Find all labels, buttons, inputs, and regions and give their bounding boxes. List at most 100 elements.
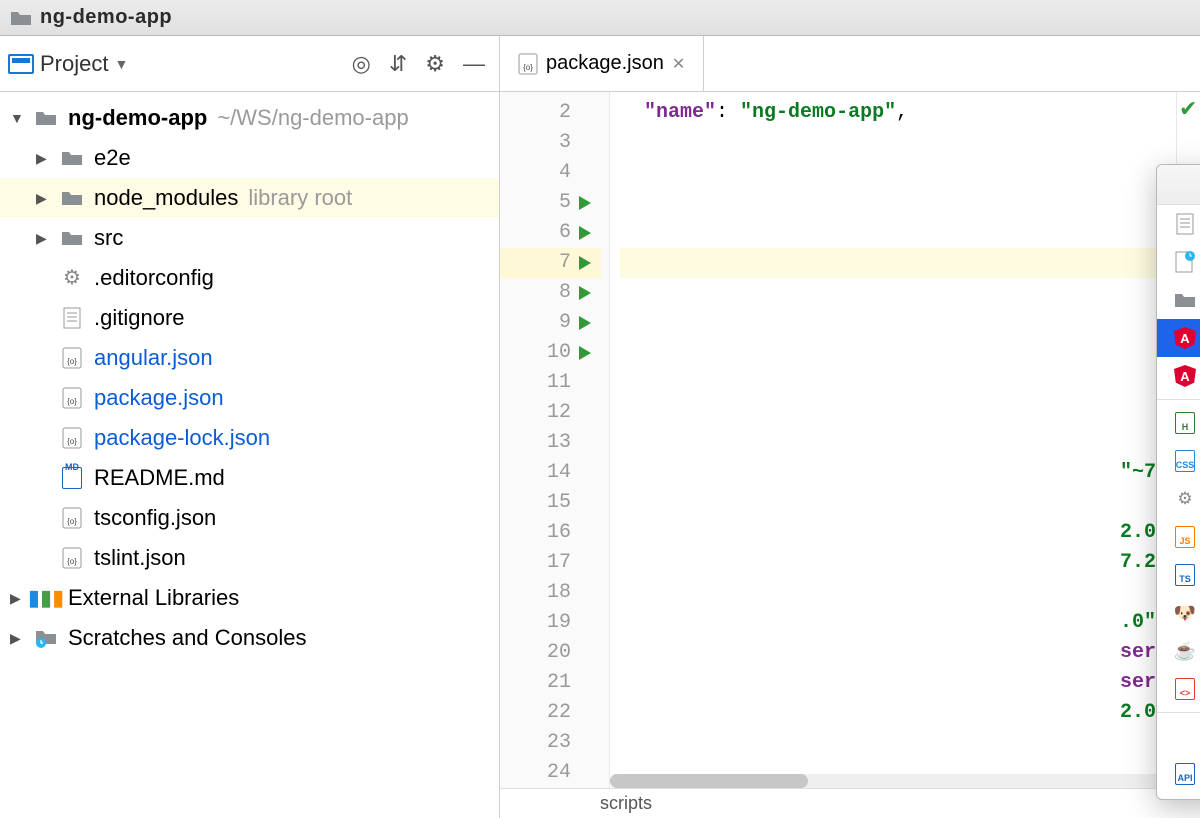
project-tree[interactable]: ▼ng-demo-app ~/WS/ng-demo-app▶e2e▶node_m… xyxy=(0,92,499,818)
svg-text:{o}: {o} xyxy=(67,557,77,566)
code-line[interactable]: ser": "~7.2.0 xyxy=(620,638,1176,668)
collapse-icon[interactable]: ⇵ xyxy=(389,51,407,77)
menu-item[interactable]: A Angular Schematic... xyxy=(1157,357,1200,395)
gear-icon[interactable]: ⚙ xyxy=(425,51,445,77)
project-panel-icon xyxy=(8,54,34,74)
menu-item[interactable]: ☕ CoffeeScript File xyxy=(1157,632,1200,670)
locate-icon[interactable]: ◎ xyxy=(352,51,371,77)
svg-text:{o}: {o} xyxy=(67,437,77,446)
menu-item[interactable]: File xyxy=(1157,205,1200,243)
new-context-menu: New File Scratch File ⇧⌘N Directory A An… xyxy=(1156,164,1200,800)
gutter-line[interactable]: 12 xyxy=(500,398,601,428)
code-line[interactable]: 7.2.0", xyxy=(620,548,1176,578)
code-line[interactable] xyxy=(620,368,1176,398)
code-line[interactable]: .0", xyxy=(620,608,1176,638)
tree-item[interactable]: .gitignore xyxy=(0,298,499,338)
gutter-line[interactable]: 4 xyxy=(500,158,601,188)
tree-item[interactable]: MDREADME.md xyxy=(0,458,499,498)
gutter-line[interactable]: 8 xyxy=(500,278,601,308)
js-icon: JS xyxy=(1173,526,1197,548)
tree-item[interactable]: {o}angular.json xyxy=(0,338,499,378)
gutter-line[interactable]: 10 xyxy=(500,338,601,368)
tab-package-json[interactable]: {o} package.json ✕ xyxy=(500,36,704,91)
gutter-line[interactable]: 9 xyxy=(500,308,601,338)
tree-external-libraries[interactable]: ▶▮▮▮External Libraries xyxy=(0,578,499,618)
titlebar: ng-demo-app xyxy=(0,0,1200,36)
tree-item[interactable]: {o}tsconfig.json xyxy=(0,498,499,538)
menu-item[interactable]: TS TypeScript File xyxy=(1157,556,1200,594)
folder-icon xyxy=(1173,291,1197,309)
code-area: 23456789101112131415161718192021222324 "… xyxy=(500,92,1200,788)
tree-scratches[interactable]: ▶Scratches and Consoles xyxy=(0,618,499,658)
code-line[interactable] xyxy=(620,128,1176,158)
gutter-line[interactable]: 6 xyxy=(500,218,601,248)
breadcrumb[interactable]: scripts xyxy=(500,788,1200,818)
svg-text:{o}: {o} xyxy=(67,357,77,366)
code-line[interactable] xyxy=(620,278,1176,308)
code-line[interactable]: ser-dynamic": xyxy=(620,668,1176,698)
project-name: ng-demo-app xyxy=(40,6,172,29)
project-sidebar: Project ▼ ◎ ⇵ ⚙ — ▼ng-demo-app ~/WS/ng-d… xyxy=(0,36,500,818)
menu-item[interactable]: <> XSLT Stylesheet xyxy=(1157,670,1200,708)
code-line[interactable]: 2.0", xyxy=(620,698,1176,728)
gutter-line[interactable]: 11 xyxy=(500,368,601,398)
menu-item[interactable]: H HTML File xyxy=(1157,404,1200,442)
tree-root[interactable]: ▼ng-demo-app ~/WS/ng-demo-app xyxy=(0,98,499,138)
tree-item[interactable]: ▶e2e xyxy=(0,138,499,178)
code-line[interactable] xyxy=(620,158,1176,188)
gutter-line[interactable]: 18 xyxy=(500,578,601,608)
tab-label: package.json xyxy=(546,52,664,75)
tree-item[interactable]: ⚙.editorconfig xyxy=(0,258,499,298)
tree-item[interactable]: ▶node_modules library root xyxy=(0,178,499,218)
code-line[interactable] xyxy=(620,728,1176,758)
file-icon xyxy=(1173,213,1197,235)
code-line[interactable] xyxy=(620,488,1176,518)
menu-item[interactable]: A Angular Dependency... xyxy=(1157,319,1200,357)
menu-item[interactable]: ⚙ .editorconfig file xyxy=(1157,480,1200,518)
tree-item[interactable]: {o}tslint.json xyxy=(0,538,499,578)
gutter-line[interactable]: 19 xyxy=(500,608,601,638)
gutter-line[interactable]: 16 xyxy=(500,518,601,548)
code-line[interactable] xyxy=(620,428,1176,458)
gutter-line[interactable]: 2 xyxy=(500,98,601,128)
gutter-line[interactable]: 5 xyxy=(500,188,601,218)
menu-item[interactable]: CSS Stylesheet xyxy=(1157,442,1200,480)
hide-icon[interactable]: — xyxy=(463,51,485,77)
code-line[interactable] xyxy=(620,188,1176,218)
gutter-line[interactable]: 13 xyxy=(500,428,601,458)
gutter-line[interactable]: 21 xyxy=(500,668,601,698)
gutter-line[interactable]: 20 xyxy=(500,638,601,668)
gutter-line[interactable]: 24 xyxy=(500,758,601,788)
tree-item[interactable]: ▶src xyxy=(0,218,499,258)
gutter-line[interactable]: 23 xyxy=(500,728,601,758)
gutter-line[interactable]: 17 xyxy=(500,548,601,578)
code-line[interactable] xyxy=(620,578,1176,608)
code-line[interactable] xyxy=(620,398,1176,428)
code-content[interactable]: "name": "ng-demo-app","~7.2.0",2.0",7.2.… xyxy=(610,92,1176,788)
code-line[interactable]: 2.0", xyxy=(620,518,1176,548)
gutter[interactable]: 23456789101112131415161718192021222324 xyxy=(500,92,610,788)
close-icon[interactable]: ✕ xyxy=(672,54,685,74)
code-line[interactable] xyxy=(620,308,1176,338)
menu-item[interactable]: 🐶 Pug/Jade File xyxy=(1157,594,1200,632)
code-line[interactable] xyxy=(620,218,1176,248)
project-panel-selector[interactable]: Project ▼ xyxy=(8,51,128,77)
angular-icon: A xyxy=(1173,327,1197,349)
menu-item[interactable]: API New HTTP Request xyxy=(1157,755,1200,793)
code-line[interactable] xyxy=(620,338,1176,368)
gutter-line[interactable]: 14 xyxy=(500,458,601,488)
menu-item[interactable]: Edit File Templates... xyxy=(1157,717,1200,755)
gutter-line[interactable]: 3 xyxy=(500,128,601,158)
api-icon: API xyxy=(1173,763,1197,785)
gutter-line[interactable]: 7 xyxy=(500,248,601,278)
code-line[interactable] xyxy=(620,248,1176,278)
code-line[interactable]: "name": "ng-demo-app", xyxy=(620,98,1176,128)
menu-item[interactable]: Scratch File ⇧⌘N xyxy=(1157,243,1200,281)
code-line[interactable]: "~7.2.0", xyxy=(620,458,1176,488)
horizontal-scrollbar[interactable] xyxy=(610,774,1176,788)
gutter-line[interactable]: 22 xyxy=(500,698,601,728)
menu-item[interactable]: JS JavaScript File xyxy=(1157,518,1200,556)
tree-item[interactable]: {o}package.json xyxy=(0,378,499,418)
gutter-line[interactable]: 15 xyxy=(500,488,601,518)
menu-item[interactable]: Directory xyxy=(1157,281,1200,319)
